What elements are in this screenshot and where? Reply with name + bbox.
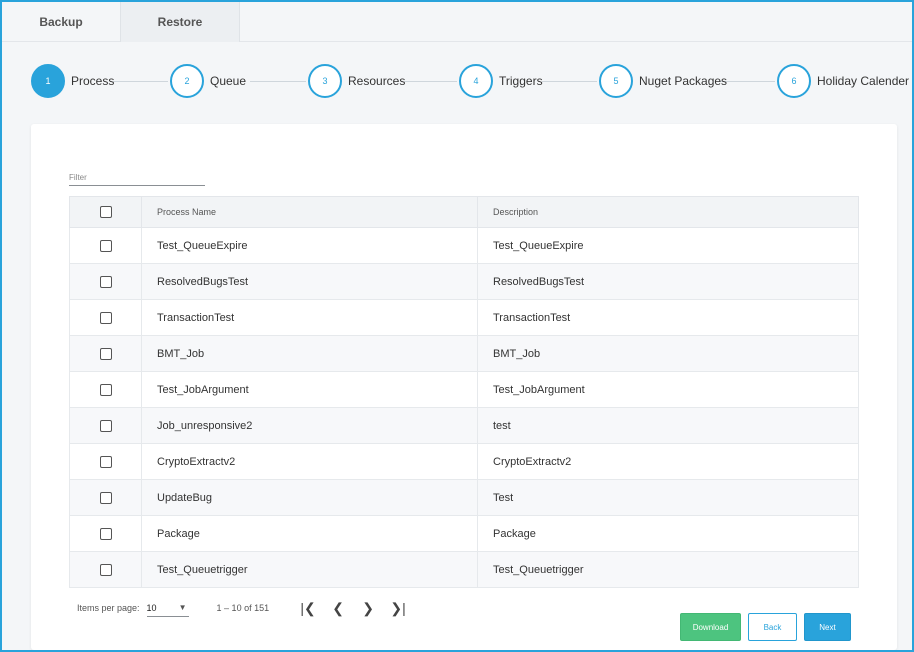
step-label: Resources xyxy=(348,74,406,88)
step-label: Queue xyxy=(210,74,247,88)
table-row[interactable]: CryptoExtractv2 CryptoExtractv2 xyxy=(69,443,859,480)
next-button[interactable]: Next xyxy=(804,613,851,641)
items-per-page-label: Items per page: xyxy=(77,603,140,613)
step-connector xyxy=(113,81,168,82)
row-checkbox[interactable] xyxy=(99,563,112,576)
description-cell: Test xyxy=(477,479,859,516)
description-cell: CryptoExtractv2 xyxy=(477,443,859,480)
next-page-icon[interactable]: ❯ xyxy=(353,600,383,617)
step-label: Triggers xyxy=(499,74,543,88)
process-name-cell: Test_Queuetrigger xyxy=(141,551,478,588)
last-page-icon[interactable]: ❯| xyxy=(383,600,413,617)
row-checkbox[interactable] xyxy=(99,347,112,360)
row-checkbox[interactable] xyxy=(99,527,112,540)
description-cell: TransactionTest xyxy=(477,299,859,336)
process-table: Process Name Description Test_QueueExpir… xyxy=(69,196,859,588)
items-per-page-select[interactable]: 10 ▼ xyxy=(146,599,189,617)
process-name-cell: CryptoExtractv2 xyxy=(141,443,478,480)
row-checkbox[interactable] xyxy=(99,491,112,504)
process-name-cell: ResolvedBugsTest xyxy=(141,263,478,300)
step-label: Nuget Packages xyxy=(639,74,728,88)
back-button[interactable]: Back xyxy=(748,613,797,641)
table-row[interactable]: Package Package xyxy=(69,515,859,552)
column-header-description[interactable]: Description xyxy=(477,196,859,228)
table-row[interactable]: Test_Queuetrigger Test_Queuetrigger xyxy=(69,551,859,588)
step-triggers[interactable]: 4 Triggers xyxy=(459,64,543,98)
table-row[interactable]: TransactionTest TransactionTest xyxy=(69,299,859,336)
step-number: 4 xyxy=(459,64,493,98)
description-cell: Test_Queuetrigger xyxy=(477,551,859,588)
download-button[interactable]: Download xyxy=(680,613,741,641)
step-number: 3 xyxy=(308,64,342,98)
table-row[interactable]: Test_QueueExpire Test_QueueExpire xyxy=(69,227,859,264)
previous-page-icon[interactable]: ❮ xyxy=(323,600,353,617)
table-row[interactable]: ResolvedBugsTest ResolvedBugsTest xyxy=(69,263,859,300)
process-name-cell: Test_JobArgument xyxy=(141,371,478,408)
step-number: 6 xyxy=(777,64,811,98)
step-process[interactable]: 1 Process xyxy=(31,64,114,98)
step-connector xyxy=(720,81,775,82)
step-connector xyxy=(250,81,306,82)
step-number: 5 xyxy=(599,64,633,98)
step-label: Process xyxy=(71,74,115,88)
description-cell: Package xyxy=(477,515,859,552)
page-range-label: 1 – 10 of 151 xyxy=(216,603,270,613)
step-connector xyxy=(404,81,457,82)
table-row[interactable]: UpdateBug Test xyxy=(69,479,859,516)
row-checkbox[interactable] xyxy=(99,275,112,288)
step-label: Holiday Calender xyxy=(817,74,910,88)
app-frame: Backup Restore 1 Process 2 Queue 3 Resou… xyxy=(0,0,914,652)
process-name-cell: UpdateBug xyxy=(141,479,478,516)
step-nuget-packages[interactable]: 5 Nuget Packages xyxy=(599,64,727,98)
description-cell: BMT_Job xyxy=(477,335,859,372)
description-cell: Test_QueueExpire xyxy=(477,227,859,264)
row-checkbox[interactable] xyxy=(99,383,112,396)
description-cell: ResolvedBugsTest xyxy=(477,263,859,300)
filter-input[interactable] xyxy=(69,170,205,186)
tab-backup[interactable]: Backup xyxy=(2,2,120,42)
row-checkbox[interactable] xyxy=(99,419,112,432)
process-name-cell: Job_unresponsive2 xyxy=(141,407,478,444)
select-all-cell xyxy=(69,196,142,228)
tab-restore[interactable]: Restore xyxy=(120,2,240,42)
process-name-cell: BMT_Job xyxy=(141,335,478,372)
step-holiday-calender[interactable]: 6 Holiday Calender xyxy=(777,64,909,98)
paginator: Items per page: 10 ▼ 1 – 10 of 151 |❮ ❮ … xyxy=(77,596,413,620)
table-row[interactable]: BMT_Job BMT_Job xyxy=(69,335,859,372)
column-header-process-name[interactable]: Process Name xyxy=(141,196,478,228)
description-cell: test xyxy=(477,407,859,444)
items-per-page-value: 10 xyxy=(146,602,157,613)
first-page-icon[interactable]: |❮ xyxy=(293,600,323,617)
step-number: 1 xyxy=(31,64,65,98)
process-card: Process Name Description Test_QueueExpir… xyxy=(31,124,897,650)
step-queue[interactable]: 2 Queue xyxy=(170,64,246,98)
tab-bar: Backup Restore xyxy=(2,2,912,42)
stepper: 1 Process 2 Queue 3 Resources 4 Triggers… xyxy=(2,42,912,124)
row-checkbox[interactable] xyxy=(99,311,112,324)
process-name-cell: TransactionTest xyxy=(141,299,478,336)
page-nav: |❮ ❮ ❯ ❯| xyxy=(293,600,413,617)
process-name-cell: Test_QueueExpire xyxy=(141,227,478,264)
description-cell: Test_JobArgument xyxy=(477,371,859,408)
row-checkbox[interactable] xyxy=(99,239,112,252)
process-name-cell: Package xyxy=(141,515,478,552)
step-number: 2 xyxy=(170,64,204,98)
table-row[interactable]: Test_JobArgument Test_JobArgument xyxy=(69,371,859,408)
step-connector xyxy=(542,81,597,82)
caret-down-icon: ▼ xyxy=(178,603,187,612)
select-all-checkbox[interactable] xyxy=(99,206,112,218)
table-header-row: Process Name Description xyxy=(69,196,859,228)
row-checkbox[interactable] xyxy=(99,455,112,468)
step-resources[interactable]: 3 Resources xyxy=(308,64,405,98)
table-row[interactable]: Job_unresponsive2 test xyxy=(69,407,859,444)
